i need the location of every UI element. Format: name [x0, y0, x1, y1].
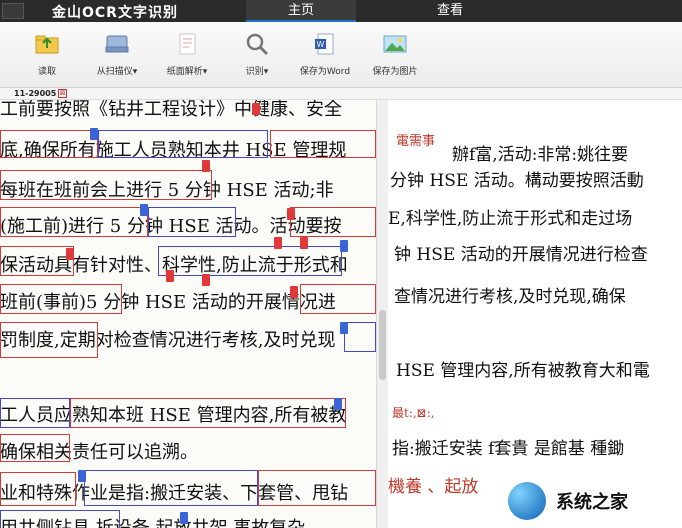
recognized-line[interactable]: 钟 HSE 活动的开展情况进行检查: [394, 240, 648, 265]
save-word-label: 保存为Word: [299, 67, 351, 77]
recognized-line[interactable]: 機養 、起放: [388, 472, 478, 497]
region-marker-icon[interactable]: [140, 204, 148, 216]
region-marker-icon[interactable]: [166, 270, 174, 282]
app-logo-icon: [2, 3, 24, 19]
ocr-region-box[interactable]: [0, 434, 70, 462]
folder-open-icon: [35, 35, 59, 54]
scanner-label: 从扫描仪▾: [96, 67, 138, 77]
region-marker-icon[interactable]: [287, 208, 295, 220]
page-analysis-button[interactable]: 纸面解析▾: [152, 30, 222, 77]
page-analysis-icon: [179, 33, 196, 55]
image-icon: [383, 35, 407, 53]
save-image-button[interactable]: 保存为图片: [360, 30, 430, 77]
ocr-region-box[interactable]: [0, 398, 70, 428]
ocr-region-box[interactable]: [344, 322, 376, 352]
ocr-region-box[interactable]: [0, 246, 74, 276]
recognized-line[interactable]: HSE 管理内容,所有被教育大和電: [396, 356, 650, 381]
save-image-label: 保存为图片: [372, 67, 418, 77]
document-id: 11-29005: [14, 89, 57, 98]
region-marker-icon[interactable]: [274, 237, 282, 249]
app-title: 金山OCR文字识别: [52, 5, 178, 21]
ocr-region-box[interactable]: [0, 130, 98, 158]
recognized-line[interactable]: 辦f富,活动:非常:姚往要: [452, 140, 628, 165]
region-marker-icon[interactable]: [340, 322, 348, 334]
open-label: 读取: [37, 67, 56, 77]
watermark-logo-icon: [508, 482, 546, 520]
recognized-line[interactable]: 查情况进行考核,及时兑现,确保: [394, 282, 626, 307]
ocr-region-box[interactable]: [0, 510, 120, 528]
recognized-line[interactable]: E,科学性,防止流于形式和走过场: [388, 204, 632, 229]
region-marker-icon[interactable]: [78, 470, 86, 482]
ocr-region-box[interactable]: [0, 472, 76, 506]
region-marker-icon[interactable]: [90, 128, 98, 140]
ocr-region-box[interactable]: [0, 284, 122, 314]
region-marker-icon[interactable]: [334, 398, 342, 410]
recognize-label: 识别▾: [245, 67, 269, 77]
word-document-icon: W: [315, 33, 334, 55]
tab-home[interactable]: 主页: [246, 0, 356, 22]
ocr-region-box[interactable]: [148, 207, 236, 237]
ocr-region-box[interactable]: [84, 470, 258, 506]
ocr-region-box[interactable]: [270, 130, 376, 158]
svg-text:W: W: [317, 40, 325, 49]
recognized-line[interactable]: 最t:,⊠:,: [392, 404, 435, 421]
region-marker-icon[interactable]: [66, 248, 74, 260]
ocr-region-box[interactable]: [258, 470, 376, 506]
ocr-region-box[interactable]: [158, 246, 342, 276]
recognize-button[interactable]: 识别▾: [222, 30, 292, 77]
tab-view[interactable]: 查看: [390, 0, 510, 22]
recognized-text-pane[interactable]: 電需事 辦f富,活动:非常:姚往要 分钟 HSE 活动。構动要按照活動 E,科学…: [388, 100, 682, 528]
ocr-region-box[interactable]: [290, 207, 376, 237]
region-marker-icon[interactable]: [252, 103, 260, 115]
recognized-line[interactable]: 指:搬迁安装 f套貴 是館基 種鋤: [392, 434, 624, 459]
region-marker-icon[interactable]: [340, 240, 348, 252]
magnifier-icon: [246, 33, 269, 56]
save-word-button[interactable]: W 保存为Word: [290, 30, 360, 77]
ocr-region-box[interactable]: [0, 322, 98, 358]
region-marker-icon[interactable]: [180, 512, 188, 524]
toolbar: 读取 从扫描仪▾ 纸面解析▾ 识别▾ W 保存为Word 保存为图片: [0, 22, 682, 88]
watermark-text: 系统之家: [556, 492, 628, 513]
region-marker-icon[interactable]: [202, 160, 210, 172]
ocr-region-box[interactable]: [0, 207, 148, 237]
recognized-line[interactable]: 分钟 HSE 活动。構动要按照活動: [390, 166, 644, 191]
ocr-region-box[interactable]: [70, 398, 346, 428]
region-marker-icon[interactable]: [300, 237, 308, 249]
recognized-line[interactable]: 電需事: [396, 130, 435, 149]
scanner-button[interactable]: 从扫描仪▾: [82, 30, 152, 77]
scrollbar-thumb[interactable]: [379, 310, 386, 380]
region-marker-icon[interactable]: [290, 286, 298, 298]
watermark: 系统之家: [498, 474, 682, 528]
region-marker-icon[interactable]: [202, 274, 210, 286]
vertical-scrollbar[interactable]: [376, 100, 388, 528]
scanner-icon: [105, 35, 129, 53]
ocr-region-box[interactable]: [300, 284, 376, 314]
document-breadcrumb: 11-29005 ⊠: [0, 88, 682, 100]
ocr-region-box[interactable]: [0, 170, 212, 200]
title-bar: 金山OCR文字识别 主页 查看: [0, 0, 682, 22]
source-image-pane[interactable]: 工前要按照《钻井工程设计》中健康、安全 底,确保所有施工人员熟知本井 HSE 管…: [0, 100, 376, 528]
close-document-icon[interactable]: ⊠: [58, 89, 67, 98]
ocr-region-box[interactable]: [98, 130, 268, 158]
page-analysis-label: 纸面解析▾: [166, 67, 208, 77]
open-button[interactable]: 读取: [12, 30, 82, 77]
source-line: 工前要按照《钻井工程设计》中健康、安全: [0, 100, 342, 120]
